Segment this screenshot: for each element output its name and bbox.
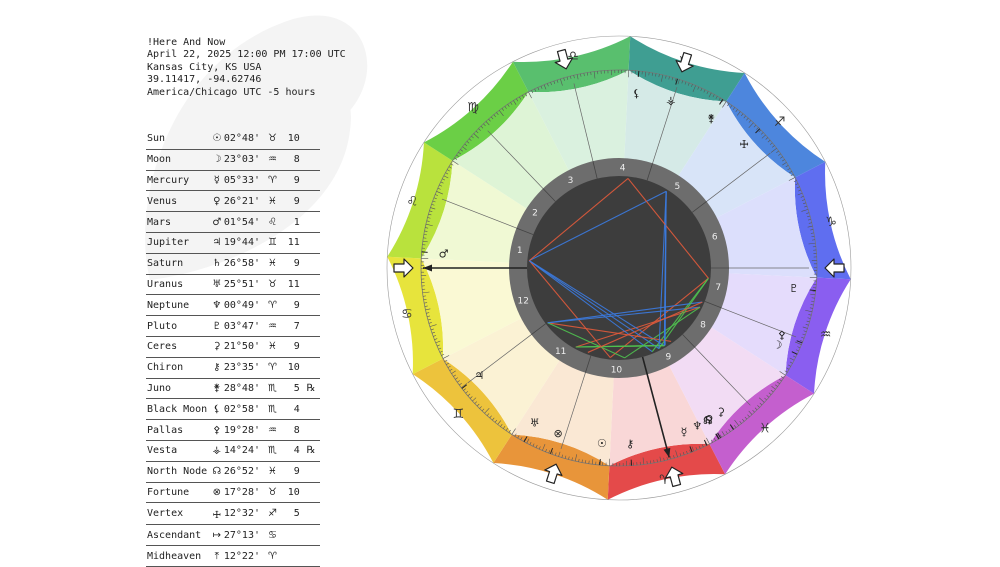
natal-chart-wheel: ♈♉♊♋♌♍♎♏♐♑♒♓123456789101112☉☽☿♀♂♃♄♅♆♇⚳⚷⚵… xyxy=(0,0,1000,562)
zodiac-sign-icon: ♍ xyxy=(467,100,479,115)
zodiac-sign-icon: ♑ xyxy=(825,215,837,230)
house-number: 3 xyxy=(568,176,574,186)
planet-glyph-icon: ♃ xyxy=(474,369,484,382)
planet-glyph-icon: ⚶ xyxy=(666,94,675,107)
planet-glyph-icon: ⚷ xyxy=(626,438,634,451)
house-number: 12 xyxy=(518,297,529,307)
planet-glyph-icon: ♇ xyxy=(789,282,799,295)
house-number: 11 xyxy=(555,347,566,357)
planet-glyph-icon: ⚳ xyxy=(717,405,725,418)
house-number: 4 xyxy=(620,164,626,174)
house-number: 2 xyxy=(532,208,538,218)
zodiac-sign-icon: ♋ xyxy=(401,307,413,322)
planet-position-tick xyxy=(600,459,601,465)
planet-glyph-icon: ⚸ xyxy=(633,87,641,100)
planet-glyph-icon: 🜊 xyxy=(740,138,749,151)
planet-glyph-icon: ⚵ xyxy=(707,112,715,125)
planet-glyph-icon: ☉ xyxy=(597,437,607,450)
zodiac-sign-icon: ♓ xyxy=(759,422,771,437)
planet-glyph-icon: ⚴ xyxy=(778,329,786,342)
zodiac-sign-icon: ♊ xyxy=(452,407,464,422)
aspect-center-disc xyxy=(527,176,711,360)
house-number: 10 xyxy=(611,365,623,375)
house-number: 9 xyxy=(666,353,672,363)
house-number: 8 xyxy=(700,321,706,331)
house-number: 6 xyxy=(712,232,718,242)
planet-glyph-icon: ☊ xyxy=(703,414,713,427)
planet-position-tick xyxy=(810,290,816,291)
planet-glyph-icon: ♅ xyxy=(530,416,540,429)
planet-glyph-icon: ♂ xyxy=(439,248,449,261)
zodiac-sign-icon: ♐ xyxy=(774,115,786,130)
house-number: 5 xyxy=(674,182,680,192)
house-number: 7 xyxy=(715,283,721,293)
zodiac-sign-icon: ♌ xyxy=(407,195,419,210)
house-number: 1 xyxy=(517,246,523,256)
planet-position-tick xyxy=(638,71,639,77)
planet-glyph-icon: ⊗ xyxy=(553,427,562,440)
planet-glyph-icon: ☿ xyxy=(681,426,688,439)
planet-glyph-icon: ♆ xyxy=(692,420,702,433)
zodiac-sign-icon: ♒ xyxy=(820,327,832,342)
